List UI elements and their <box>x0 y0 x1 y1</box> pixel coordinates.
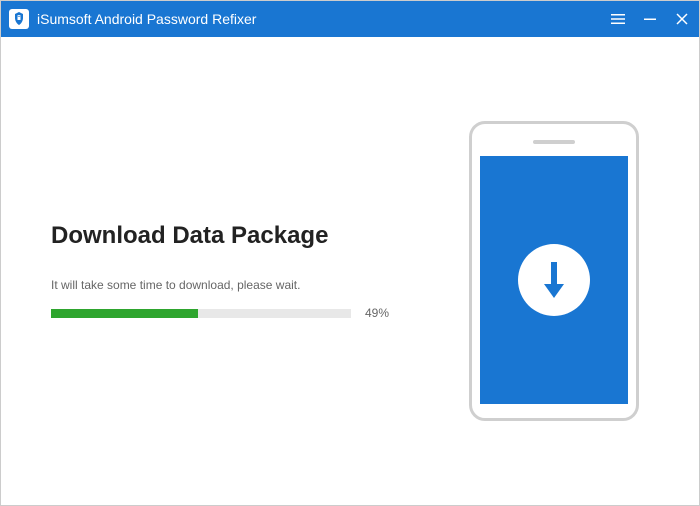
page-heading: Download Data Package <box>51 222 429 250</box>
progress-percent: 49% <box>365 306 389 320</box>
app-logo-icon <box>9 9 29 29</box>
minimize-icon[interactable] <box>643 12 657 26</box>
phone-illustration <box>469 121 639 421</box>
right-panel <box>459 121 649 421</box>
phone-screen <box>480 156 628 404</box>
titlebar-left: iSumsoft Android Password Refixer <box>9 9 611 29</box>
titlebar-controls <box>611 12 689 26</box>
close-icon[interactable] <box>675 12 689 26</box>
titlebar: iSumsoft Android Password Refixer <box>1 1 699 37</box>
download-icon <box>518 244 590 316</box>
app-title: iSumsoft Android Password Refixer <box>37 11 256 27</box>
left-panel: Download Data Package It will take some … <box>51 222 459 320</box>
progress-fill <box>51 309 198 318</box>
menu-icon[interactable] <box>611 12 625 26</box>
status-text: It will take some time to download, plea… <box>51 278 429 292</box>
progress-bar <box>51 309 351 318</box>
app-window: iSumsoft Android Password Refixer <box>0 0 700 506</box>
phone-speaker <box>533 140 575 144</box>
main-content: Download Data Package It will take some … <box>1 37 699 505</box>
progress-row: 49% <box>51 306 429 320</box>
